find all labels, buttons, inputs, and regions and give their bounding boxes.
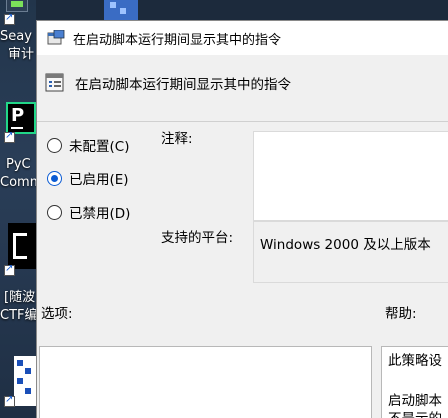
- supported-platform-label: 支持的平台:: [161, 230, 234, 246]
- desktop-icon-label: Seay: [0, 29, 32, 44]
- desktop-icon-label: CTF编: [0, 308, 36, 323]
- radio-not-configured[interactable]: 未配置(C): [47, 135, 129, 155]
- radio-label: 未配置(C): [69, 139, 130, 155]
- supported-platform-value: Windows 2000 及以上版本: [253, 221, 448, 283]
- desktop-icon-pycharm[interactable]: P PyC Comm: [0, 100, 36, 195]
- comment-textarea[interactable]: [253, 131, 448, 221]
- radio-button[interactable]: [47, 137, 62, 153]
- help-text-line: 启动脚本: [388, 393, 442, 409]
- radio-label: 已启用(E): [69, 172, 129, 188]
- divider: [37, 121, 448, 122]
- shortcut-arrow-icon: [4, 130, 15, 143]
- partial-app-icon: [104, 0, 138, 20]
- help-text-line: 此策略设: [388, 353, 442, 369]
- desktop-icon-label: [随波: [4, 290, 36, 305]
- qr-app-icon: [14, 356, 36, 406]
- policy-setting-dialog: 在启动脚本运行期间显示其中的指令 在启动脚本运行期间显示其中的指令 未配置(C)…: [36, 20, 448, 418]
- help-label: 帮助:: [385, 306, 417, 322]
- shortcut-arrow-icon: [4, 263, 15, 276]
- radio-label: 已禁用(D): [69, 206, 131, 222]
- radio-disabled[interactable]: 已禁用(D): [47, 202, 130, 222]
- title-bar[interactable]: 在启动脚本运行期间显示其中的指令: [37, 21, 448, 55]
- desktop-icon-label: PyC: [6, 157, 31, 172]
- radio-enabled[interactable]: 已启用(E): [47, 168, 129, 188]
- options-label: 选项:: [41, 306, 73, 322]
- window-title: 在启动脚本运行期间显示其中的指令: [73, 32, 282, 48]
- policy-heading: 在启动脚本运行期间显示其中的指令: [75, 77, 291, 93]
- desktop-icon-seay[interactable]: Seay 审计: [0, 0, 36, 70]
- help-panel[interactable]: 此策略设 启动脚本 不是示的: [381, 346, 448, 418]
- seay-icon: [6, 0, 28, 12]
- policy-window-icon: [47, 29, 65, 46]
- radio-button[interactable]: [47, 204, 62, 220]
- desktop-icon-label: Comm: [0, 175, 36, 190]
- policy-setting-icon: [45, 73, 65, 93]
- desktop-background: Seay 审计 P PyC Comm [随波 CTF编: [0, 0, 36, 418]
- radio-button-checked[interactable]: [47, 170, 62, 186]
- desktop-icon-partial[interactable]: [0, 352, 36, 418]
- shortcut-arrow-icon: [4, 394, 15, 407]
- desktop-icon-label: 审计: [8, 47, 35, 62]
- desktop-icon-ctf[interactable]: [随波 CTF编: [0, 215, 36, 325]
- shortcut-arrow-icon: [4, 12, 15, 25]
- options-panel: [39, 346, 372, 418]
- help-text-line: 不是示的: [388, 410, 442, 418]
- comment-label: 注释:: [161, 131, 193, 147]
